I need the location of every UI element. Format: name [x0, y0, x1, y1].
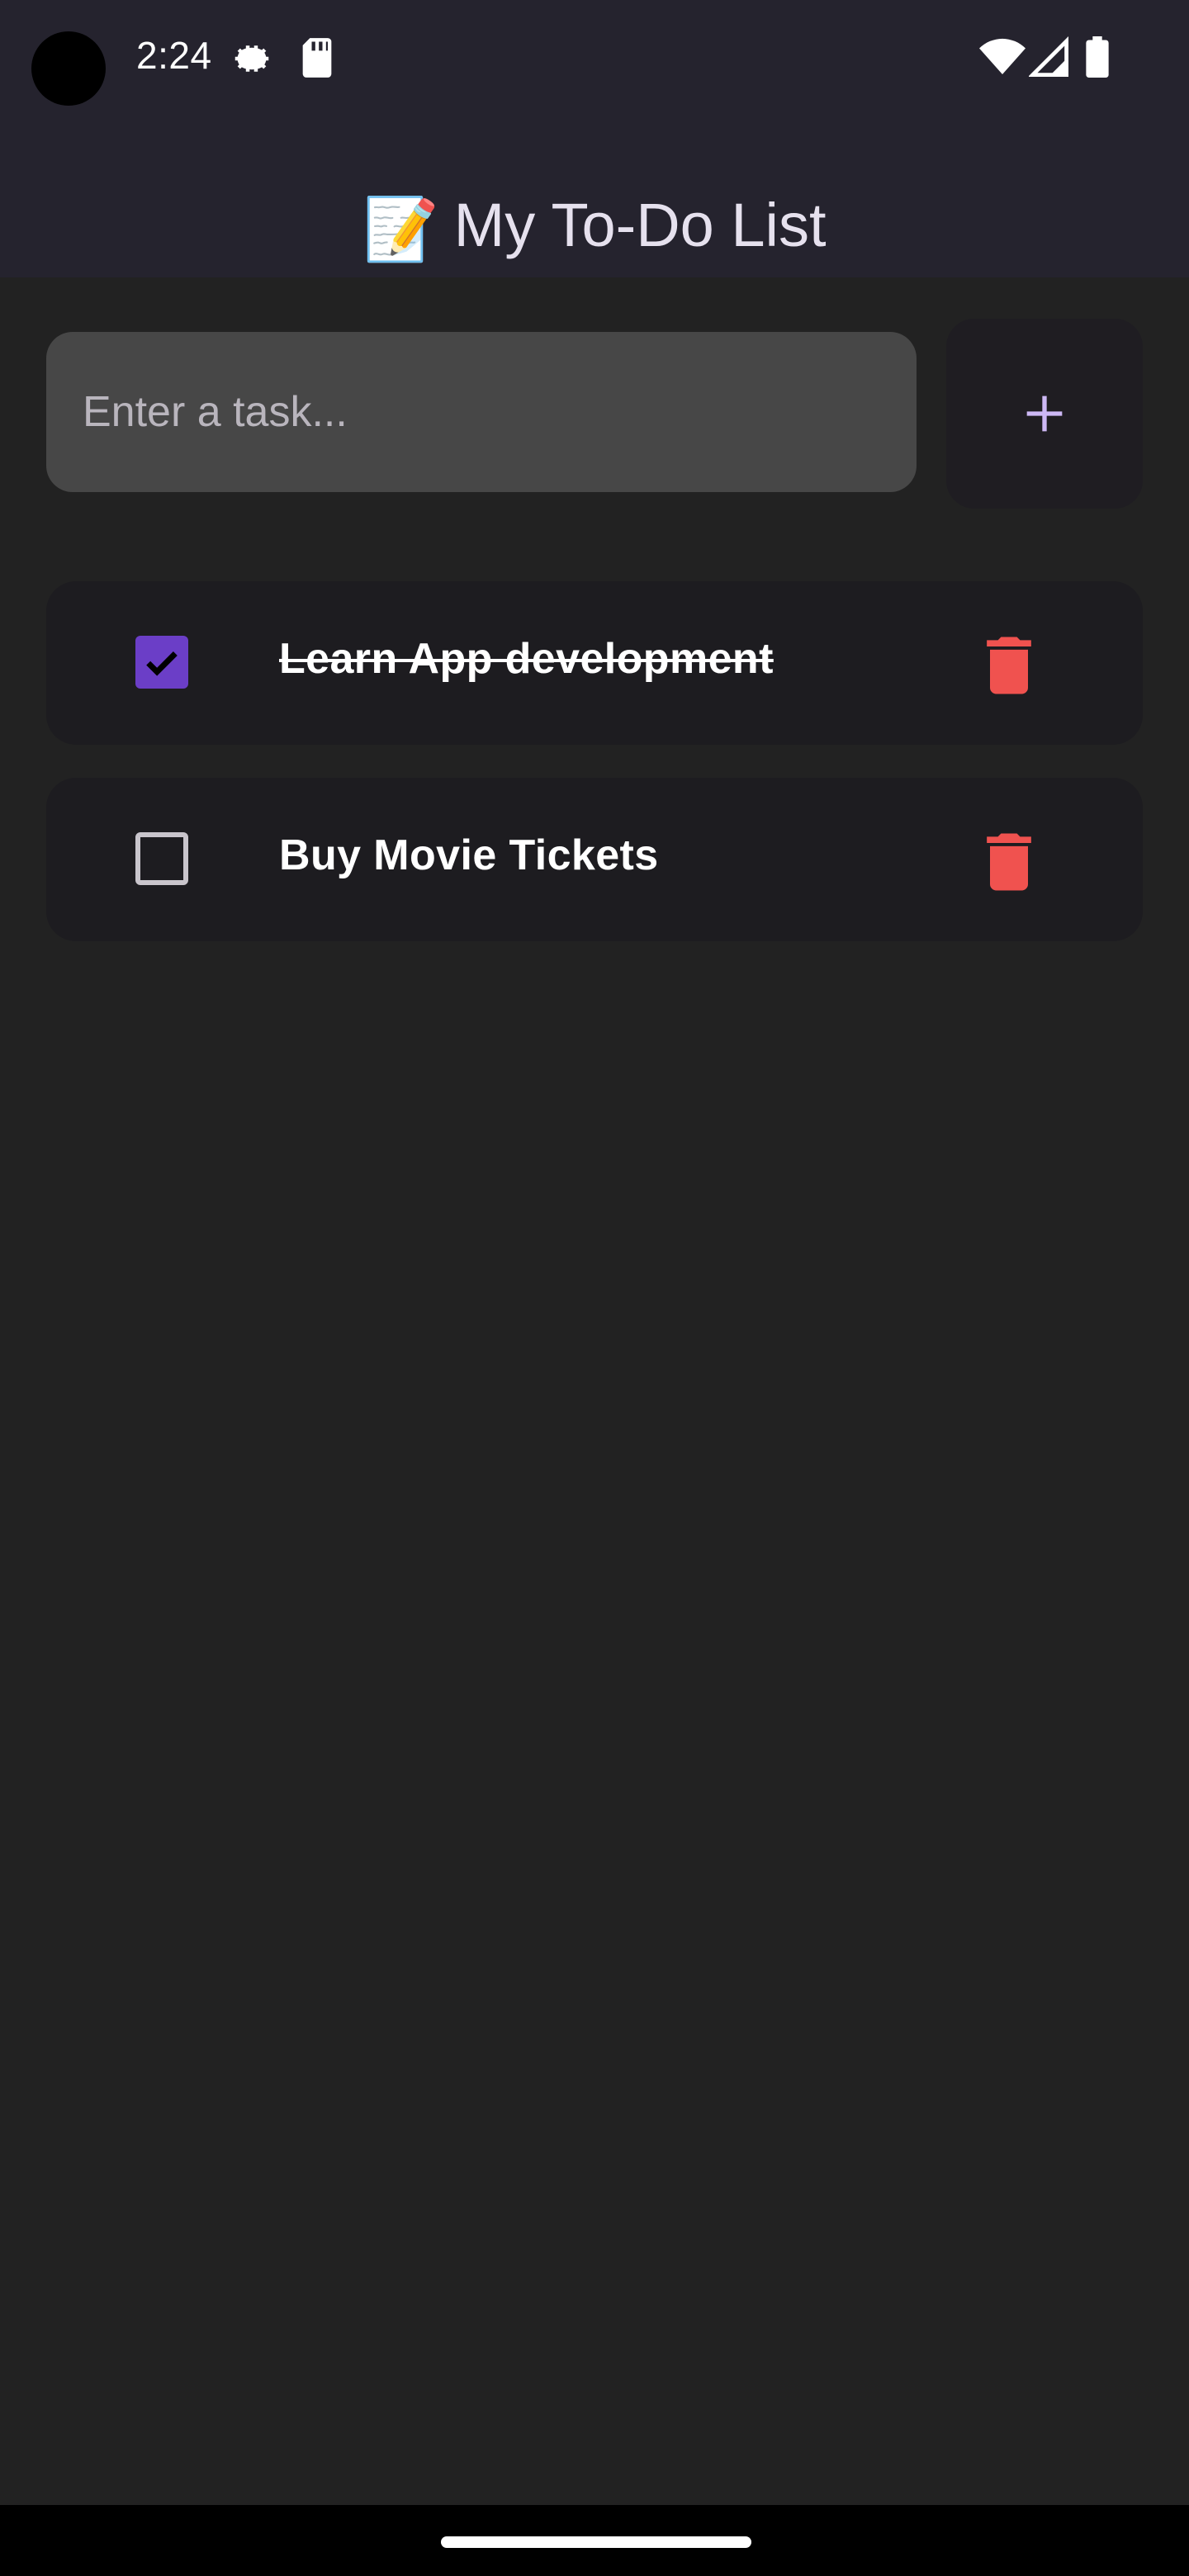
task-label: Buy Movie Tickets — [279, 831, 659, 879]
task-checkbox-unchecked[interactable] — [135, 832, 188, 885]
memo-emoji-icon: 📝 — [362, 194, 439, 263]
battery-icon — [1085, 36, 1110, 82]
trash-icon — [987, 637, 1031, 694]
checkmark-icon — [146, 651, 178, 676]
task-label: Learn App development — [279, 635, 774, 683]
page-title: 📝 My To-Do List — [0, 190, 1189, 266]
sd-card-icon — [299, 36, 335, 83]
settings-gear-icon — [230, 36, 274, 85]
front-camera — [31, 31, 106, 106]
wifi-icon — [979, 36, 1026, 82]
delete-task-button[interactable] — [971, 824, 1047, 900]
plus-icon — [1026, 395, 1063, 432]
status-time: 2:24 — [136, 34, 212, 77]
task-item: Buy Movie Tickets — [46, 778, 1143, 941]
trash-icon — [987, 833, 1031, 891]
task-item: Learn App development — [46, 581, 1143, 745]
task-checkbox-checked[interactable] — [135, 636, 188, 689]
task-input-row — [46, 319, 1143, 509]
home-gesture-handle[interactable] — [441, 2536, 751, 2548]
cellular-signal-icon — [1028, 36, 1068, 82]
app-bar: 📝 My To-Do List — [0, 116, 1189, 277]
status-bar: 2:24 — [0, 0, 1189, 116]
task-input[interactable] — [46, 332, 917, 492]
system-navigation-bar — [0, 2505, 1189, 2576]
page-title-text: My To-Do List — [453, 190, 827, 259]
delete-task-button[interactable] — [971, 627, 1047, 703]
add-task-button[interactable] — [946, 319, 1143, 509]
task-list: Learn App development Buy Movie Tickets — [46, 581, 1143, 974]
